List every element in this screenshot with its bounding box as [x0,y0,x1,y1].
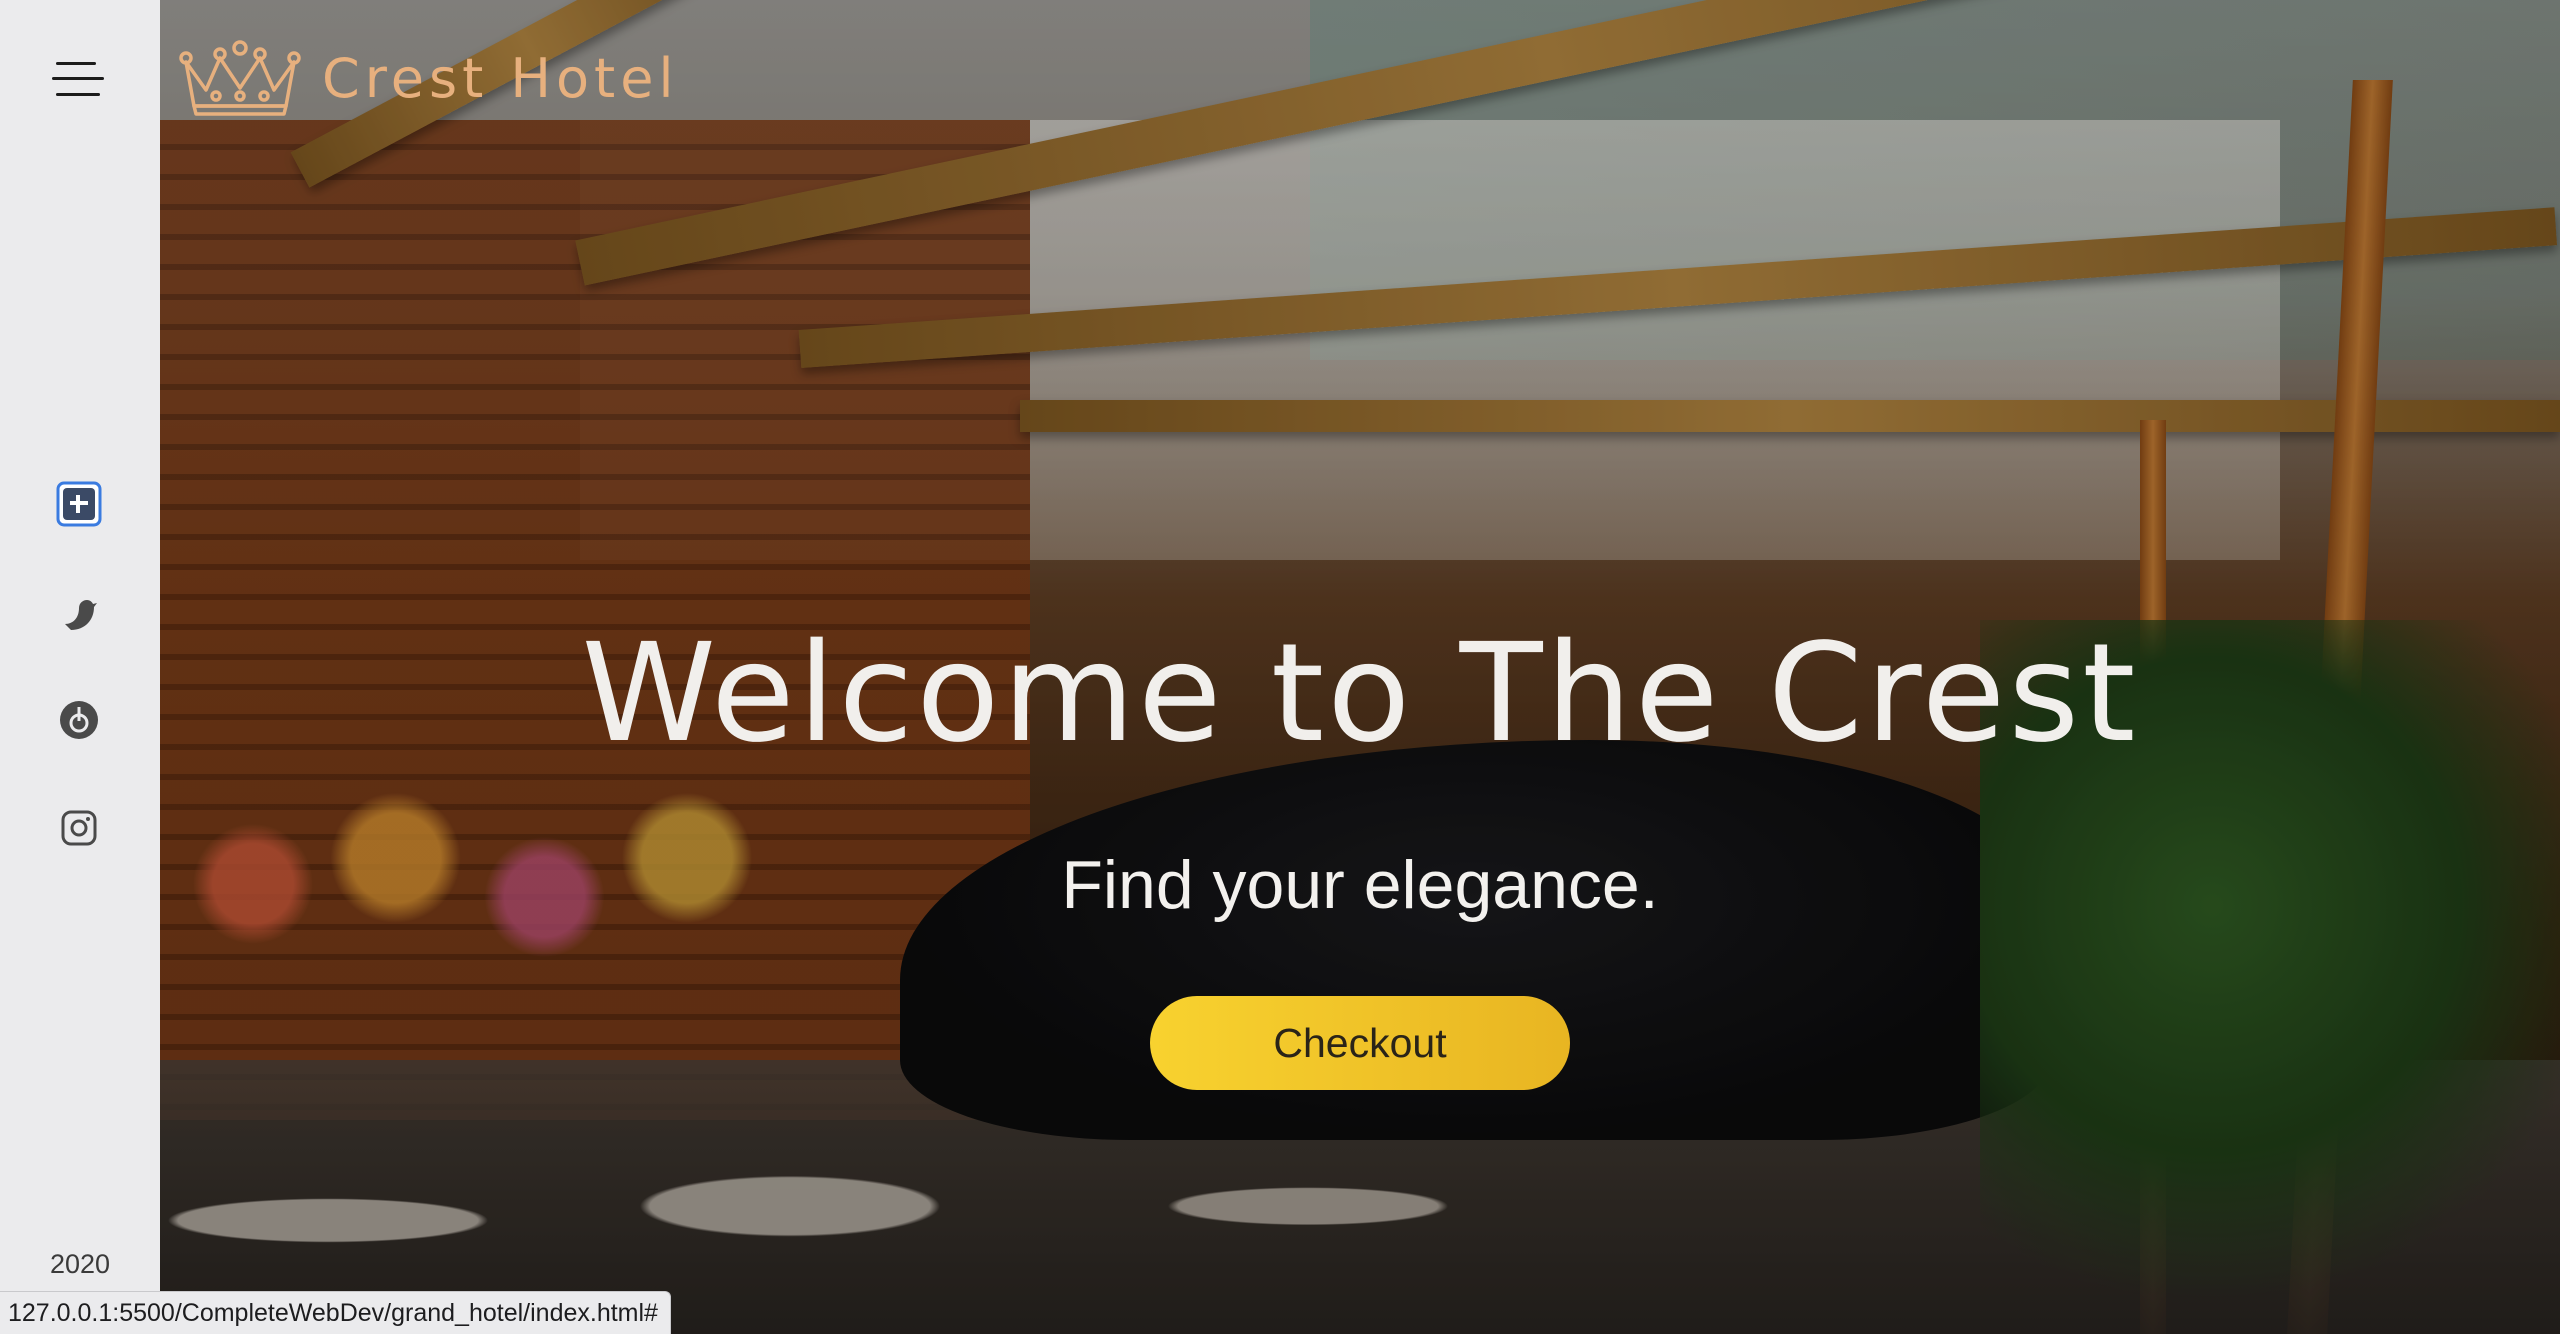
crown-icon [179,40,301,116]
checkout-button[interactable]: Checkout [1150,996,1570,1090]
hero-subtitle: Find your elegance. [1061,847,1659,923]
instagram-icon[interactable] [56,805,102,851]
github-icon[interactable] [56,697,102,743]
hero-title: Welcome to The Crest [581,615,2139,773]
brand-logo-link[interactable]: Crest Hotel [176,36,678,120]
brand-name: Crest Hotel [322,46,679,110]
status-bar-url: 127.0.0.1:5500/CompleteWebDev/grand_hote… [0,1291,671,1334]
copyright-year: 2020 [49,1249,111,1279]
facebook-icon[interactable] [56,481,102,527]
sidebar: 2020 [0,0,160,1334]
twitter-icon[interactable] [56,591,102,637]
hamburger-menu-icon[interactable] [52,60,108,100]
